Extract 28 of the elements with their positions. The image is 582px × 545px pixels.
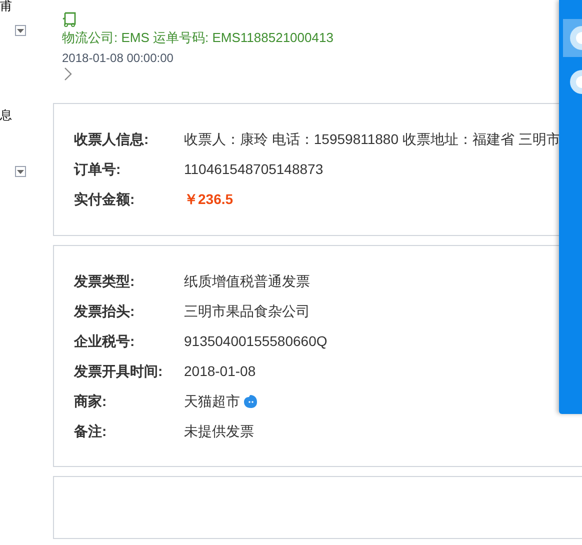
field-label: 商家: (74, 392, 108, 410)
field-value: 未提供发票 (184, 422, 254, 440)
field-label: 备注: (74, 422, 108, 440)
panel-button[interactable] (563, 19, 582, 57)
field-label: 发票开具时间: (74, 362, 164, 380)
truck-icon (62, 12, 78, 27)
chevron-right-icon[interactable] (64, 67, 72, 81)
chat-icon[interactable] (243, 394, 258, 408)
field-value: 纸质增值税普通发票 (184, 272, 310, 290)
field-value: 110461548705148873 (184, 160, 324, 178)
dropdown-toggle-icon[interactable] (15, 25, 26, 36)
field-label: 订单号: (74, 160, 122, 178)
logistics-info: 物流公司: EMS 运单号码: EMS1188521000413 (62, 29, 334, 47)
field-label: 收票人信息: (74, 130, 150, 148)
field-value: 2018-01-08 (184, 362, 256, 380)
price-value: ￥236.5 (184, 190, 234, 208)
field-value: 天猫超市 (184, 392, 240, 410)
field-label: 发票抬头: (74, 302, 136, 320)
field-value: 三明市果品食杂公司 (184, 302, 310, 320)
field-label: 企业税号: (74, 332, 136, 350)
field-label: 发票类型: (74, 272, 136, 290)
side-label: 息 (0, 109, 12, 121)
logistics-time: 2018-01-08 00:00:00 (62, 51, 174, 65)
dropdown-toggle-icon[interactable] (15, 166, 26, 177)
field-label: 实付金额: (74, 190, 136, 208)
side-label: 甫 (0, 0, 12, 12)
field-value: 收票人：康玲 电话：15959811880 收票地址：福建省 三明市 (184, 130, 560, 148)
field-value: 91350400155580660Q (184, 332, 328, 351)
